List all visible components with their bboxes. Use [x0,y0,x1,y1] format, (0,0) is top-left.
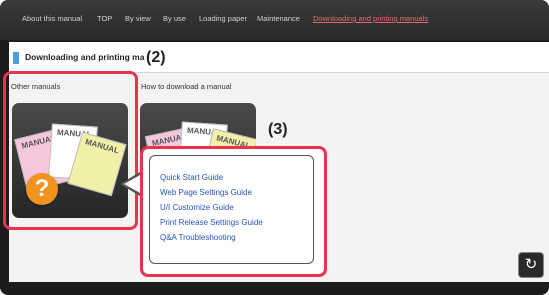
how-to-download-label: How to download a manual [141,82,232,91]
top-navigation: About this manual TOP By view By use Loa… [0,0,549,40]
link-ui-customize-guide[interactable]: U/I Customize Guide [160,203,234,212]
link-web-page-settings-guide[interactable]: Web Page Settings Guide [160,188,252,197]
popup-pointer-fill [124,175,140,193]
nav-item-by-view[interactable]: By view [125,14,151,23]
callout-number-2: (2) [146,49,166,66]
title-marker [13,52,19,64]
refresh-icon: ↻ [524,256,538,273]
device-frame: About this manual TOP By view By use Loa… [0,0,549,295]
nav-item-top[interactable]: TOP [97,14,112,23]
nav-item-downloading-manuals[interactable]: Downloading and printing manuals [313,14,428,23]
callout-number-3: (3) [268,121,288,138]
link-quick-start-guide[interactable]: Quick Start Guide [160,173,223,182]
link-qa-troubleshooting[interactable]: Q&A Troubleshooting [160,233,236,242]
nav-item-about[interactable]: About this manual [22,14,82,23]
nav-item-maintenance[interactable]: Maintenance [257,14,300,23]
manual-list-popup: Quick Start Guide Web Page Settings Guid… [140,146,327,277]
manual-list: Quick Start Guide Web Page Settings Guid… [149,155,314,264]
nav-item-loading-paper[interactable]: Loading paper [199,14,247,23]
title-bar: Downloading and printing ma [9,42,549,73]
highlight-frame-other-manuals [3,71,138,230]
link-print-release-settings-guide[interactable]: Print Release Settings Guide [160,218,263,227]
nav-item-by-use[interactable]: By use [163,14,186,23]
page-title: Downloading and printing ma [25,52,145,62]
reset-button[interactable]: ↻ [518,252,544,278]
